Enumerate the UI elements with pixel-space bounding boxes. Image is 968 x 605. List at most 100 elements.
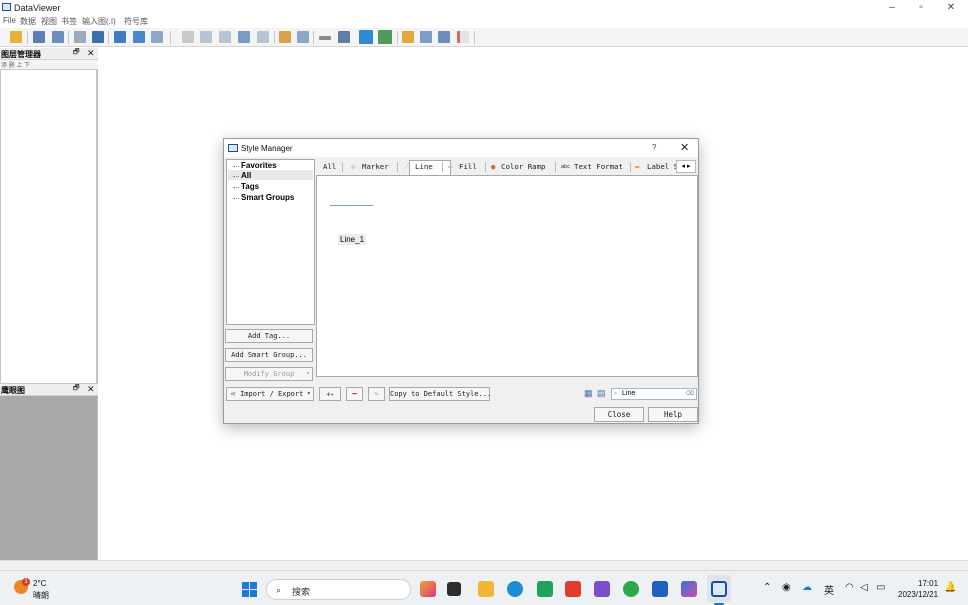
tray-cloud-icon[interactable]: ☁	[802, 582, 812, 593]
toolbar-separator	[313, 31, 314, 44]
symbol-preview-list[interactable]: Line_1	[316, 175, 698, 377]
menu-input[interactable]: 输入图(.I)	[82, 16, 116, 27]
weather-description[interactable]: 晴朗	[33, 590, 49, 601]
add-symbol-button[interactable]: ✚▾	[319, 387, 341, 401]
tab-scroll-arrows[interactable]: ◂ ▸	[676, 160, 696, 173]
close-pane-icon[interactable]: ✕	[87, 384, 95, 395]
tab-color-ramp[interactable]: Color Ramp	[501, 160, 546, 174]
tab-label-settings[interactable]: Label S	[647, 160, 678, 174]
edge-browser-icon[interactable]	[507, 581, 523, 597]
layer-group-icon[interactable]	[133, 31, 145, 43]
app-launcher-icon[interactable]	[681, 581, 697, 597]
maximize-icon[interactable]: ▫	[914, 2, 928, 14]
clear-selection-icon[interactable]	[297, 31, 309, 43]
tab-line[interactable]: Line	[415, 160, 433, 174]
group-smart-groups[interactable]: Smart Groups	[241, 193, 294, 202]
zoom-out-icon[interactable]	[219, 31, 231, 43]
layer-tools[interactable]: 添 删 上 下	[0, 60, 98, 69]
menu-data[interactable]: 数据	[20, 16, 36, 27]
tab-all[interactable]: All	[323, 160, 336, 174]
wechat-icon[interactable]	[623, 581, 639, 597]
close-button[interactable]: Close	[594, 407, 644, 422]
notification-bell-icon[interactable]: 🔔	[944, 582, 956, 593]
tree-connector	[233, 176, 239, 177]
menu-symbol-library[interactable]: 符号库	[124, 16, 148, 27]
input-language[interactable]: 英	[824, 582, 834, 597]
add-raster-icon[interactable]	[92, 31, 104, 43]
help-button[interactable]: Help	[648, 407, 698, 422]
layout-icon[interactable]	[457, 31, 469, 43]
weather-temperature[interactable]: 2°C	[33, 579, 46, 588]
tray-overflow-icon[interactable]: ⌃	[763, 582, 771, 593]
layer-tree[interactable]	[0, 69, 97, 384]
tab-marker[interactable]: Marker	[362, 160, 389, 174]
battery-icon[interactable]: ▭	[876, 582, 885, 593]
menu-bookmark[interactable]: 书签	[61, 16, 77, 27]
dialog-close-icon[interactable]: ✕	[680, 141, 689, 154]
volume-icon[interactable]: ◁	[860, 582, 868, 593]
wps-office-icon[interactable]	[565, 581, 581, 597]
layer-properties-icon[interactable]	[151, 31, 163, 43]
store-app-icon[interactable]	[537, 581, 553, 597]
add-smart-group-button[interactable]: Add Smart Group...	[225, 348, 313, 362]
list-view-icon[interactable]: ▤	[597, 388, 606, 399]
windows-start-icon[interactable]	[242, 582, 257, 597]
marker-icon: ✢	[351, 162, 356, 171]
close-icon[interactable]: ✕	[944, 2, 958, 14]
identify-icon[interactable]	[257, 31, 269, 43]
clear-search-icon[interactable]: ⌫	[686, 389, 694, 399]
attribute-table-icon[interactable]	[338, 31, 350, 43]
full-extent-icon[interactable]	[238, 31, 250, 43]
group-favorites[interactable]: Favorites	[241, 161, 277, 170]
copy-to-default-style-button[interactable]: Copy to Default Style...	[389, 387, 491, 401]
visual-studio-icon[interactable]	[594, 581, 610, 597]
wifi-icon[interactable]: ◠	[845, 582, 854, 593]
add-tag-button[interactable]: Add Tag...	[225, 329, 313, 343]
dataviewer-taskbar-icon[interactable]	[711, 581, 727, 597]
symbol-label[interactable]: Line_1	[338, 234, 367, 245]
table-view-icon[interactable]	[420, 31, 432, 43]
close-pane-icon[interactable]: ✕	[87, 48, 95, 59]
tab-text-format[interactable]: Text Format	[574, 160, 623, 174]
float-pane-icon[interactable]: 🗗	[73, 48, 80, 59]
tree-connector	[233, 187, 239, 188]
float-pane-icon[interactable]: 🗗	[73, 384, 80, 395]
menu-file[interactable]: File	[3, 16, 16, 25]
toolbar-separator	[397, 31, 398, 44]
group-tags[interactable]: Tags	[241, 182, 259, 191]
layer-icon[interactable]	[114, 31, 126, 43]
toolbar-separator	[274, 31, 275, 44]
line-symbol-swatch[interactable]	[330, 205, 373, 206]
list-view-icon[interactable]	[438, 31, 450, 43]
toolbar-separator	[68, 31, 69, 44]
zoom-in-icon[interactable]	[200, 31, 212, 43]
icon-view-icon[interactable]: ▦	[584, 388, 593, 399]
word-icon[interactable]	[652, 581, 668, 597]
import-export-button[interactable]: ⋖ Import / Export ▾	[226, 387, 314, 401]
style-manager-icon[interactable]	[402, 31, 414, 43]
open-folder-icon[interactable]	[10, 31, 22, 43]
map-export-icon[interactable]	[378, 30, 392, 44]
symbol-search-input[interactable]: ⌕ Line ⌫	[611, 388, 697, 400]
select-feature-icon[interactable]	[279, 31, 291, 43]
tray-app-icon[interactable]: ◉	[782, 582, 791, 593]
add-vector-icon[interactable]	[74, 31, 86, 43]
file-explorer-icon[interactable]	[478, 581, 494, 597]
menu-view[interactable]: 视图	[41, 16, 57, 27]
clock-time[interactable]: 17:01	[918, 579, 938, 588]
help-icon[interactable]: ?	[652, 143, 656, 152]
save-icon[interactable]	[33, 31, 45, 43]
edit-symbol-button[interactable]: ✎	[368, 387, 385, 401]
copilot-icon[interactable]	[420, 581, 436, 597]
pan-hand-icon[interactable]	[182, 31, 194, 43]
taskbar-search[interactable]: ⌕ 搜索	[266, 579, 411, 600]
save-as-icon[interactable]	[52, 31, 64, 43]
remove-symbol-button[interactable]: ━	[346, 387, 363, 401]
task-view-icon[interactable]	[447, 582, 461, 596]
tab-fill[interactable]: Fill	[459, 160, 477, 174]
globe-settings-icon[interactable]	[359, 30, 373, 44]
measure-icon[interactable]	[319, 36, 331, 40]
minimize-icon[interactable]: –	[885, 2, 899, 14]
clock-date[interactable]: 2023/12/21	[898, 590, 938, 599]
group-all[interactable]: All	[241, 171, 251, 180]
